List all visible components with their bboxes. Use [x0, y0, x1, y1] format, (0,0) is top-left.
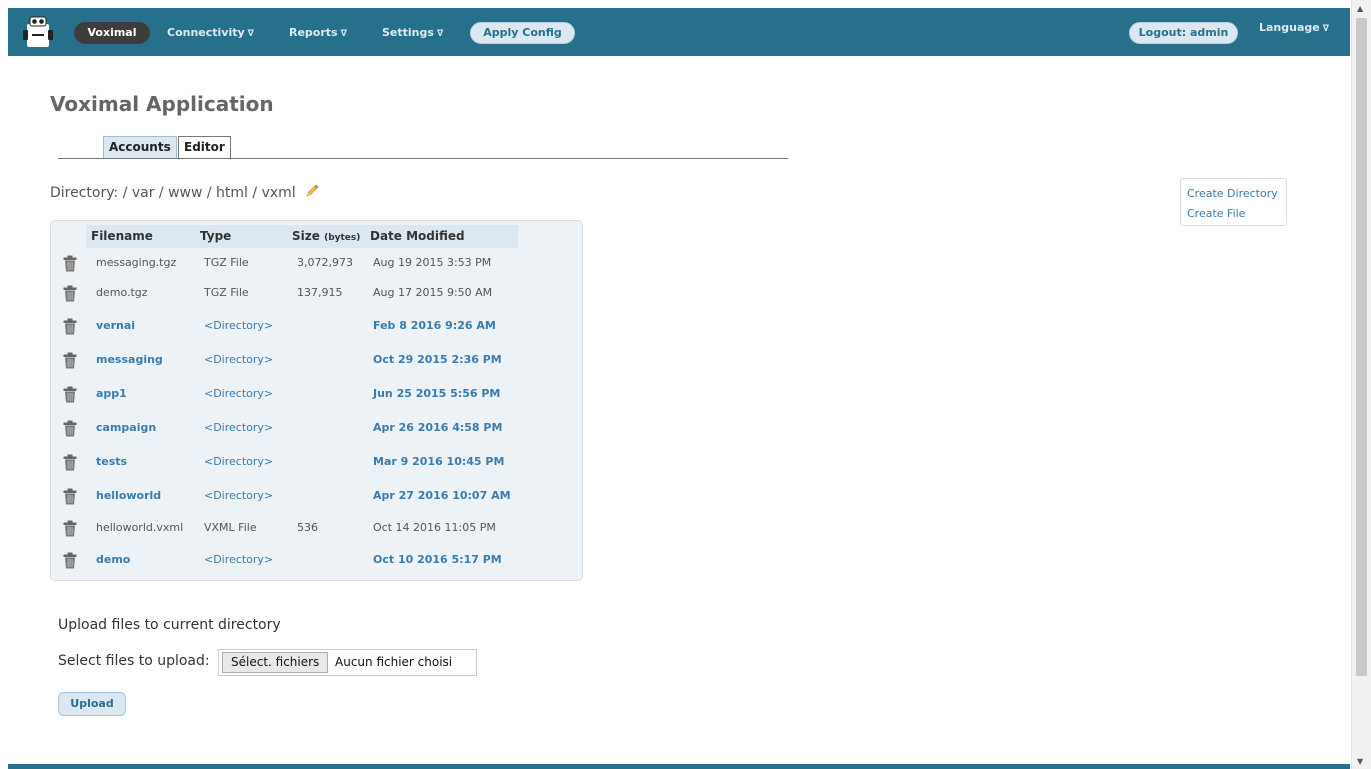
column-header-filename[interactable]: Filename — [91, 225, 153, 248]
select-files-button[interactable]: Sélect. fichiers — [222, 652, 329, 673]
chevron-down-icon: ∇ — [340, 29, 347, 39]
nav-settings-label: Settings — [382, 26, 434, 39]
upload-section-title: Upload files to current directory — [58, 617, 281, 633]
column-header-date[interactable]: Date Modified — [370, 225, 465, 248]
column-header-type[interactable]: Type — [200, 225, 231, 248]
scroll-down-arrow-icon[interactable]: ▼ — [1357, 757, 1363, 766]
nav-reports-menu[interactable]: Reports ∇ — [289, 22, 347, 44]
column-header-size-unit: (bytes) — [324, 233, 361, 243]
tab-accounts[interactable]: Accounts — [103, 136, 177, 159]
trash-icon[interactable] — [63, 454, 77, 471]
vertical-scrollbar[interactable]: ▲ ▼ — [1351, 0, 1371, 769]
file-name[interactable]: campaign — [96, 413, 156, 443]
file-date: Apr 26 2016 4:58 PM — [373, 421, 503, 434]
create-file-link[interactable]: Create File — [1187, 204, 1280, 224]
directory-path-value: / var / www / html / vxml — [122, 185, 296, 201]
table-row-directory: tests <Directory> Mar 9 2016 10:45 PM — [51, 447, 582, 477]
top-navbar: Voximal Connectivity ∇ Reports ∇ Settings ∇… — [8, 8, 1350, 56]
file-name[interactable]: tests — [96, 447, 127, 477]
file-date: Oct 10 2016 5:17 PM — [373, 553, 502, 566]
file-name[interactable]: helloworld — [96, 481, 161, 511]
file-date: Jun 25 2015 5:56 PM — [373, 387, 501, 400]
trash-icon[interactable] — [63, 352, 77, 369]
nav-language-label: Language — [1259, 21, 1320, 34]
nav-connectivity-label: Connectivity — [167, 26, 245, 39]
file-type: <Directory> — [204, 353, 274, 366]
file-date: Oct 14 2016 11:05 PM — [373, 521, 496, 534]
trash-icon[interactable] — [63, 420, 77, 437]
file-size: 137,915 — [297, 286, 343, 299]
trash-icon[interactable] — [63, 488, 77, 505]
table-row-file: demo.tgz TGZ File 137,915 Aug 17 2015 9:… — [51, 278, 582, 308]
bottom-bar — [8, 764, 1350, 769]
table-row-directory: messaging <Directory> Oct 29 2015 2:36 P… — [51, 345, 582, 375]
nav-language-menu[interactable]: Language ∇ — [1259, 17, 1329, 39]
file-date: Feb 8 2016 9:26 AM — [373, 319, 496, 332]
file-date: Aug 19 2015 3:53 PM — [373, 256, 492, 269]
trash-icon[interactable] — [63, 318, 77, 335]
file-date: Mar 9 2016 10:45 PM — [373, 455, 505, 468]
logout-button[interactable]: Logout: admin — [1129, 22, 1238, 44]
file-type: <Directory> — [204, 553, 274, 566]
column-header-size[interactable]: Size (bytes) — [292, 225, 360, 248]
file-name[interactable]: demo.tgz — [96, 278, 148, 308]
trash-icon[interactable] — [63, 255, 77, 272]
table-row-directory: demo <Directory> Oct 10 2016 5:17 PM — [51, 545, 582, 575]
trash-icon[interactable] — [63, 552, 77, 569]
create-directory-link[interactable]: Create Directory — [1187, 184, 1280, 204]
table-row-directory: vernai <Directory> Feb 8 2016 9:26 AM — [51, 311, 582, 341]
tabs-divider — [58, 158, 788, 159]
directory-path: Directory: / var / www / html / vxml — [50, 183, 320, 201]
file-type: <Directory> — [204, 387, 274, 400]
file-type: <Directory> — [204, 489, 274, 502]
file-date: Oct 29 2015 2:36 PM — [373, 353, 502, 366]
file-type: <Directory> — [204, 319, 274, 332]
table-row-file: messaging.tgz TGZ File 3,072,973 Aug 19 … — [51, 248, 582, 278]
scrollbar-thumb[interactable] — [1356, 18, 1367, 676]
trash-icon[interactable] — [63, 285, 77, 302]
chevron-down-icon: ∇ — [247, 29, 254, 39]
file-size: 536 — [297, 521, 318, 534]
directory-label: Directory: — [50, 185, 119, 201]
tab-editor[interactable]: Editor — [178, 136, 231, 160]
apply-config-button[interactable]: Apply Config — [470, 22, 575, 44]
file-name[interactable]: messaging — [96, 345, 163, 375]
file-type: <Directory> — [204, 421, 274, 434]
file-type: <Directory> — [204, 455, 274, 468]
file-name[interactable]: demo — [96, 545, 130, 575]
file-name[interactable]: helloworld.vxml — [96, 513, 183, 543]
voximal-robot-logo-icon[interactable] — [22, 15, 54, 49]
table-row-directory: helloworld <Directory> Apr 27 2016 10:07… — [51, 481, 582, 511]
nav-reports-label: Reports — [289, 26, 338, 39]
no-file-chosen-text: Aucun fichier choisi — [335, 655, 453, 669]
file-upload-input[interactable]: Sélect. fichiers Aucun fichier choisi — [218, 649, 477, 676]
pencil-edit-icon[interactable] — [304, 183, 320, 199]
file-type: VXML File — [204, 521, 257, 534]
table-row-directory: app1 <Directory> Jun 25 2015 5:56 PM — [51, 379, 582, 409]
select-files-label: Select files to upload: — [58, 653, 210, 669]
nav-connectivity-menu[interactable]: Connectivity ∇ — [167, 22, 254, 44]
trash-icon[interactable] — [63, 386, 77, 403]
file-type: TGZ File — [204, 286, 249, 299]
file-size: 3,072,973 — [297, 256, 353, 269]
file-table: Filename Type Size (bytes) Date Modified… — [50, 220, 583, 581]
directory-actions-box: Create Directory Create File — [1180, 178, 1287, 226]
upload-button[interactable]: Upload — [58, 692, 126, 716]
page-title: Voximal Application — [50, 92, 274, 116]
table-row-file: helloworld.vxml VXML File 536 Oct 14 201… — [51, 513, 582, 543]
chevron-down-icon: ∇ — [1322, 24, 1330, 34]
file-name[interactable]: messaging.tgz — [96, 248, 176, 278]
nav-settings-menu[interactable]: Settings ∇ — [382, 22, 443, 44]
file-name[interactable]: vernai — [96, 311, 135, 341]
file-date: Aug 17 2015 9:50 AM — [373, 286, 493, 299]
file-type: TGZ File — [204, 256, 249, 269]
chevron-down-icon: ∇ — [436, 29, 444, 39]
table-row-directory: campaign <Directory> Apr 26 2016 4:58 PM — [51, 413, 582, 443]
file-name[interactable]: app1 — [96, 379, 127, 409]
column-header-size-label: Size — [292, 229, 320, 243]
file-date: Apr 27 2016 10:07 AM — [373, 489, 511, 502]
nav-brand-button[interactable]: Voximal — [74, 22, 150, 44]
scroll-up-arrow-icon[interactable]: ▲ — [1357, 4, 1363, 13]
trash-icon[interactable] — [63, 520, 77, 537]
